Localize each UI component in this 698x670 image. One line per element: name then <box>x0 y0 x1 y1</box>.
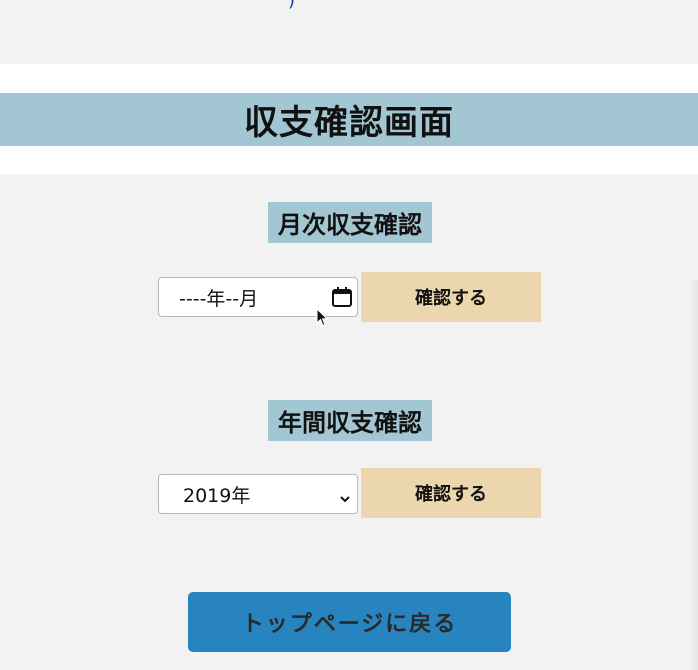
year-select-value: 2019年 <box>183 484 251 507</box>
yearly-confirm-button[interactable]: 確認する <box>361 468 541 518</box>
monthly-confirm-button[interactable]: 確認する <box>361 272 541 322</box>
year-select[interactable]: 2019年 <box>158 474 358 514</box>
top-cut-link-fragment[interactable]: ) <box>288 0 295 11</box>
month-input-value: ----年--月 <box>179 287 259 310</box>
calendar-icon[interactable] <box>331 286 353 308</box>
cursor-pointer-icon <box>316 308 329 327</box>
top-strip: ) <box>0 0 698 64</box>
monthly-section-heading: 月次収支確認 <box>268 202 432 243</box>
page-title: 収支確認画面 <box>244 103 454 143</box>
page-title-bar: 収支確認画面 <box>0 93 698 146</box>
yearly-section-heading: 年間収支確認 <box>268 400 432 441</box>
chevron-down-icon <box>339 488 351 503</box>
scroll-shadow <box>690 280 698 670</box>
back-to-top-button[interactable]: トップページに戻る <box>188 592 511 652</box>
